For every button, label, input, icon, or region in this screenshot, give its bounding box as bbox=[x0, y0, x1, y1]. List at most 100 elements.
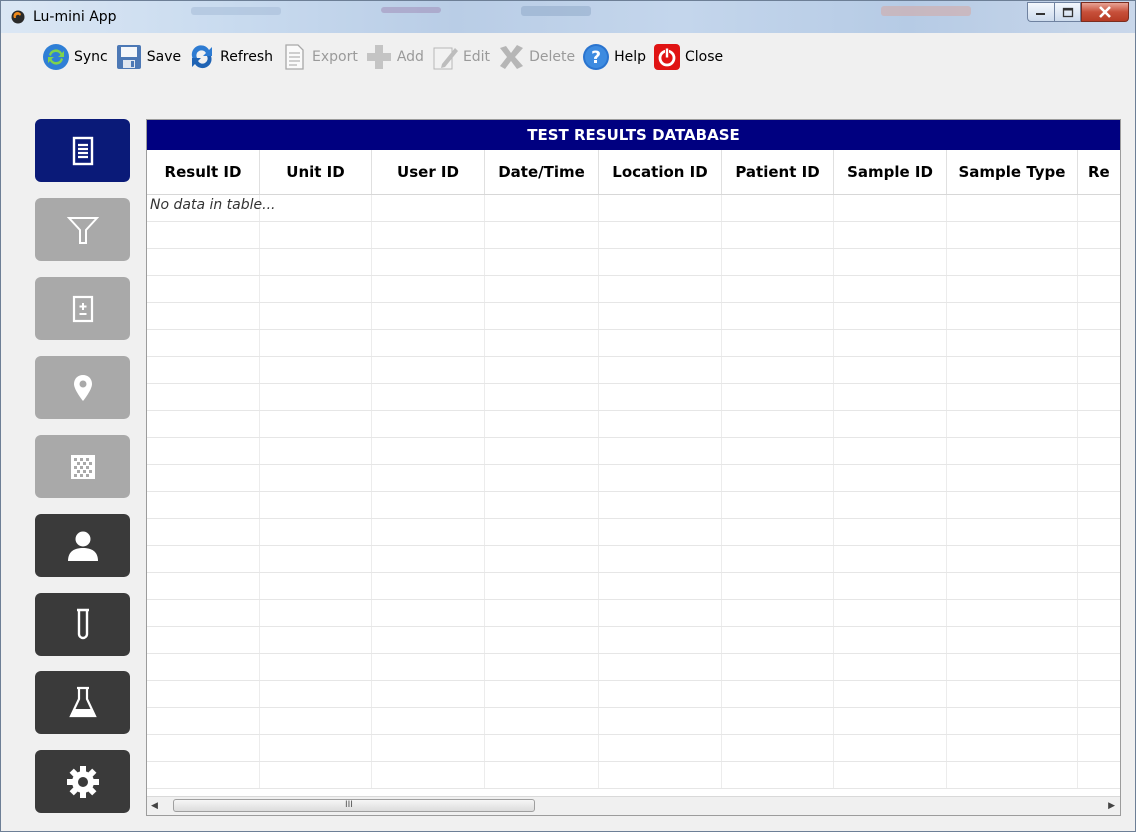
table-cell bbox=[485, 600, 599, 626]
column-header-location-id[interactable]: Location ID bbox=[599, 150, 722, 194]
table-cell bbox=[260, 735, 372, 761]
table-cell bbox=[599, 573, 722, 599]
table-cell bbox=[947, 627, 1078, 653]
maximize-button[interactable] bbox=[1054, 2, 1081, 22]
help-label: Help bbox=[614, 49, 646, 65]
nav-user-button[interactable] bbox=[35, 514, 130, 577]
table-cell bbox=[147, 492, 260, 518]
table-cell bbox=[372, 492, 485, 518]
scroll-right-icon[interactable]: ▶ bbox=[1108, 801, 1115, 811]
table-cell bbox=[147, 654, 260, 680]
nav-settings-button[interactable] bbox=[35, 750, 130, 813]
table-cell bbox=[834, 600, 947, 626]
nav-sample-button[interactable] bbox=[35, 593, 130, 656]
title-bar-background bbox=[191, 7, 281, 15]
refresh-icon bbox=[191, 45, 213, 69]
export-button[interactable]: Export bbox=[279, 40, 358, 74]
table-cell bbox=[260, 546, 372, 572]
column-header-sample-id[interactable]: Sample ID bbox=[834, 150, 947, 194]
table-cell bbox=[372, 249, 485, 275]
add-button[interactable]: Add bbox=[364, 40, 424, 74]
table-cell bbox=[722, 303, 834, 329]
table-cell bbox=[1078, 519, 1120, 545]
table-cell bbox=[722, 195, 834, 221]
table-cell bbox=[260, 195, 372, 221]
table-cell bbox=[599, 222, 722, 248]
table-cell bbox=[1078, 627, 1120, 653]
table-cell bbox=[147, 303, 260, 329]
nav-location-button[interactable] bbox=[35, 356, 130, 419]
help-button[interactable]: ? Help bbox=[581, 40, 646, 74]
table-cell bbox=[372, 303, 485, 329]
table-cell bbox=[147, 411, 260, 437]
table-row bbox=[147, 762, 1120, 789]
app-window: Lu-mini App Sync Save Refresh Export Add… bbox=[0, 0, 1136, 832]
table-row bbox=[147, 411, 1120, 438]
table-cell bbox=[260, 384, 372, 410]
edit-button[interactable]: Edit bbox=[430, 40, 490, 74]
table-cell bbox=[147, 330, 260, 356]
table-cell bbox=[834, 411, 947, 437]
table-cell bbox=[947, 681, 1078, 707]
table-cell bbox=[834, 195, 947, 221]
scroll-left-icon[interactable]: ◀ bbox=[151, 801, 158, 811]
table-cell bbox=[599, 708, 722, 734]
table-cell bbox=[147, 384, 260, 410]
scrollbar-thumb[interactable]: III bbox=[173, 799, 535, 812]
delete-button[interactable]: Delete bbox=[496, 40, 575, 74]
toolbar: Sync Save Refresh Export Add Edit Delete… bbox=[1, 33, 1135, 81]
table-row bbox=[147, 330, 1120, 357]
table-cell bbox=[260, 222, 372, 248]
help-question-icon: ? bbox=[583, 44, 610, 70]
column-header-sample-type[interactable]: Sample Type bbox=[947, 150, 1078, 194]
close-button[interactable]: Close bbox=[652, 40, 723, 74]
table-cell bbox=[1078, 573, 1120, 599]
sync-button[interactable]: Sync bbox=[41, 40, 108, 74]
save-button[interactable]: Save bbox=[114, 40, 181, 74]
add-label: Add bbox=[396, 49, 424, 65]
refresh-button[interactable]: Refresh bbox=[187, 40, 273, 74]
column-header-date-time[interactable]: Date/Time bbox=[485, 150, 599, 194]
table-cell bbox=[834, 276, 947, 302]
table-cell bbox=[599, 357, 722, 383]
table-row bbox=[147, 492, 1120, 519]
table-cell bbox=[372, 627, 485, 653]
table-cell bbox=[147, 222, 260, 248]
table-cell bbox=[147, 438, 260, 464]
table-cell bbox=[260, 600, 372, 626]
table-cell bbox=[599, 411, 722, 437]
table-cell bbox=[147, 735, 260, 761]
table-cell bbox=[485, 546, 599, 572]
table-cell bbox=[834, 735, 947, 761]
close-window-button[interactable] bbox=[1081, 2, 1129, 22]
title-bar[interactable]: Lu-mini App bbox=[1, 1, 1135, 33]
table-cell bbox=[485, 357, 599, 383]
nav-lab-button[interactable] bbox=[35, 671, 130, 734]
table-row bbox=[147, 384, 1120, 411]
table-cell bbox=[599, 654, 722, 680]
table-cell bbox=[485, 438, 599, 464]
horizontal-scrollbar[interactable]: ◀ III ▶ bbox=[147, 796, 1120, 815]
sync-icon bbox=[43, 44, 69, 70]
table-cell bbox=[372, 519, 485, 545]
save-icon bbox=[116, 45, 141, 69]
column-header-unit-id[interactable]: Unit ID bbox=[260, 150, 372, 194]
nav-barcode-button[interactable] bbox=[35, 435, 130, 498]
table-cell bbox=[372, 276, 485, 302]
table-cell bbox=[372, 654, 485, 680]
nav-filter-button[interactable] bbox=[35, 198, 130, 261]
column-header-re[interactable]: Re bbox=[1078, 150, 1120, 194]
table-cell bbox=[147, 249, 260, 275]
column-header-user-id[interactable]: User ID bbox=[372, 150, 485, 194]
table-cell bbox=[599, 546, 722, 572]
minimize-button[interactable] bbox=[1027, 2, 1054, 22]
table-cell bbox=[147, 546, 260, 572]
nav-calculator-button[interactable] bbox=[35, 277, 130, 340]
results-table[interactable]: TEST RESULTS DATABASE Result ID Unit ID … bbox=[146, 119, 1121, 816]
column-header-result-id[interactable]: Result ID bbox=[147, 150, 260, 194]
table-cell bbox=[947, 600, 1078, 626]
nav-results-button[interactable] bbox=[35, 119, 130, 182]
test-tube-icon bbox=[76, 608, 89, 639]
table-cell bbox=[947, 519, 1078, 545]
column-header-patient-id[interactable]: Patient ID bbox=[722, 150, 834, 194]
